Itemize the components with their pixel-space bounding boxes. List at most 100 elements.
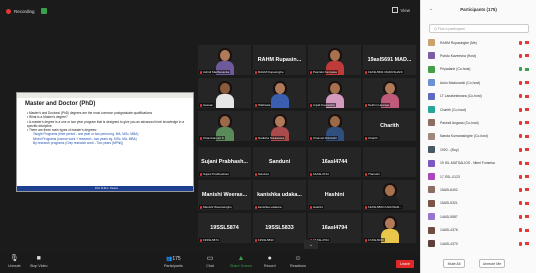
tile-label-text: Chamari Dilrukshi	[313, 136, 337, 140]
participant-row[interactable]: 19 ISL-MATSALIOS - Nibel Fonseka	[425, 158, 533, 169]
microphone-icon[interactable]	[519, 53, 522, 58]
tile-name-label: Anjali Kaveesha	[309, 103, 336, 107]
unmute-me-button[interactable]: Unmute Me	[479, 259, 505, 268]
video-camera-icon[interactable]	[525, 175, 529, 178]
participant-row[interactable]: 17.SSL-0123	[425, 171, 533, 182]
video-camera-icon[interactable]	[525, 134, 529, 138]
video-tile[interactable]: Chamari Dilrukshi	[308, 111, 361, 141]
video-tile[interactable]: Nadisha Suraweera	[253, 111, 306, 141]
microphone-icon[interactable]	[519, 94, 522, 99]
video-camera-icon[interactable]	[525, 228, 529, 232]
video-camera-icon[interactable]	[525, 94, 529, 98]
video-tile[interactable]: Hashini Hashini	[308, 180, 361, 210]
mute-all-button[interactable]: Mute All	[443, 259, 465, 268]
video-tile[interactable]: Sanduni Sanduni	[253, 147, 306, 177]
video-camera-icon[interactable]	[525, 215, 529, 219]
microphone-icon[interactable]	[519, 201, 522, 206]
microphone-icon[interactable]	[519, 161, 522, 166]
participant-row[interactable]: LT Lanakeshwara (Co-host)	[425, 91, 533, 102]
video-tile[interactable]: 16asl4744 16ASL4744	[308, 147, 361, 177]
video-tile[interactable]: Wathsala	[253, 78, 306, 108]
reactions-button[interactable]: ☺ Reactions	[290, 255, 306, 268]
video-tile[interactable]: 19asl5691 MAD... 19ASL5691 MADUSHANI	[363, 45, 416, 75]
view-button[interactable]: View	[392, 7, 410, 13]
participant-row[interactable]: Nanda Kumarasinghe (Co-host)	[425, 131, 533, 142]
chat-button[interactable]: ▭ Chat	[206, 255, 214, 268]
record-button[interactable]: ● Record	[264, 255, 276, 268]
stop-video-button[interactable]: ■ Stop Video	[30, 255, 48, 268]
participant-name: 14ASL5587	[440, 214, 458, 219]
participant-row[interactable]: Pasindi Angana (Co-host)	[425, 117, 533, 128]
participant-row[interactable]: RAHM Rupasinghe (Me)	[425, 37, 533, 48]
video-tile[interactable]: 19SSL5833 19SSL5833	[253, 213, 306, 243]
participant-name: Charith (Co-host)	[440, 107, 467, 112]
recording-indicator[interactable]: Recording	[6, 8, 35, 14]
participant-row[interactable]: 14ASL4376	[425, 225, 533, 236]
participants-button[interactable]: 👥 175 Participants	[164, 255, 183, 268]
microphone-icon[interactable]	[519, 67, 522, 72]
participants-label: Participants	[164, 264, 183, 268]
participant-row[interactable]: 14ASL5587	[425, 211, 533, 222]
video-camera-icon[interactable]	[525, 201, 529, 205]
video-camera-icon[interactable]	[525, 121, 529, 125]
video-tile[interactable]: 19ASL5800 KARUNAR...	[363, 180, 416, 210]
participant-row[interactable]: 15ASL6402	[425, 184, 533, 195]
video-tile[interactable]: 16asl4794 16ASL4794	[308, 213, 361, 243]
video-camera-icon[interactable]	[525, 242, 529, 245]
participant-row[interactable]: 15ASL5321	[425, 198, 533, 209]
video-tile[interactable]: Sujani Prabhash... Sujani Prabhashani	[198, 147, 251, 177]
avatar	[428, 173, 435, 180]
video-camera-icon[interactable]	[525, 81, 529, 85]
video-tile[interactable]: Chandramuni K	[198, 111, 251, 141]
microphone-icon[interactable]	[519, 241, 522, 246]
microphone-icon[interactable]	[519, 80, 522, 85]
avatar	[428, 226, 435, 234]
microphone-icon[interactable]	[519, 214, 522, 219]
participant-row[interactable]: Ashu Madusanki (Co-host)	[425, 77, 533, 88]
participant-row[interactable]: 1920 - (Boy)	[425, 144, 533, 155]
microphone-icon[interactable]	[519, 187, 522, 192]
avatar	[428, 79, 435, 87]
video-tile[interactable]: Hassan	[198, 78, 251, 108]
video-tile[interactable]: kanishka udaka... kanishka udakara	[253, 180, 306, 210]
participant-row[interactable]: Priyadarie (Co-host)	[425, 64, 533, 75]
microphone-icon[interactable]	[519, 134, 522, 139]
microphone-icon[interactable]	[519, 120, 522, 125]
video-tile[interactable]: Charith Charith	[363, 111, 416, 141]
video-tile[interactable]: Manishi Weeras... Manishi Weerasinghe	[198, 180, 251, 210]
share-screen-button[interactable]: ▲ Share Screen	[230, 255, 252, 268]
participant-search-input[interactable]: Q Find a participant	[429, 24, 529, 33]
unmute-button[interactable]: 🎙 Unmute	[8, 255, 21, 268]
video-tile[interactable]: Pasindu Kaviyasa	[308, 45, 361, 75]
participant-row[interactable]: Pubdu Kaveesha (Host)	[425, 50, 533, 61]
microphone-icon[interactable]	[519, 147, 522, 152]
video-camera-icon[interactable]	[525, 54, 529, 58]
microphone-icon[interactable]	[519, 40, 522, 45]
participant-row[interactable]: Charith (Co-host)	[425, 104, 533, 115]
video-tile[interactable]: Anjali Kaveesha	[308, 78, 361, 108]
chevron-down-icon[interactable]: ⌄	[304, 240, 318, 249]
video-tile[interactable]: RAHM Rupasin... RAHM Rupasinghe	[253, 45, 306, 75]
participant-row[interactable]: 14ASL4370	[425, 238, 533, 249]
video-camera-icon[interactable]	[525, 161, 529, 165]
video-camera-icon[interactable]	[525, 148, 529, 152]
microphone-icon[interactable]	[519, 228, 522, 233]
video-camera-icon[interactable]	[525, 108, 529, 111]
tile-name-label: Nadisha Suraweera	[254, 136, 286, 140]
video-camera-icon[interactable]	[525, 41, 529, 44]
leave-button[interactable]: Leave	[396, 260, 414, 268]
video-camera-icon[interactable]	[525, 67, 529, 71]
microphone-icon[interactable]	[519, 174, 522, 179]
video-tile[interactable]: Nethmi Hewage	[363, 78, 416, 108]
microphone-icon[interactable]	[519, 107, 522, 112]
shield-icon[interactable]	[40, 8, 47, 14]
video-tile[interactable]: 19SSL5874 19SSL5874	[198, 213, 251, 243]
video-camera-icon[interactable]	[525, 188, 529, 192]
participant-name: 17.SSL-0123	[440, 174, 460, 179]
video-tile[interactable]: Ashidi Madhusanka	[198, 45, 251, 75]
avatar	[428, 92, 435, 100]
video-tile[interactable]: 17ASL5033	[363, 213, 416, 243]
tile-label-text: Pasindu Kaviyasa	[313, 70, 337, 74]
smiley-icon: ☺	[294, 255, 302, 262]
video-tile[interactable]: Tharushi	[363, 147, 416, 177]
